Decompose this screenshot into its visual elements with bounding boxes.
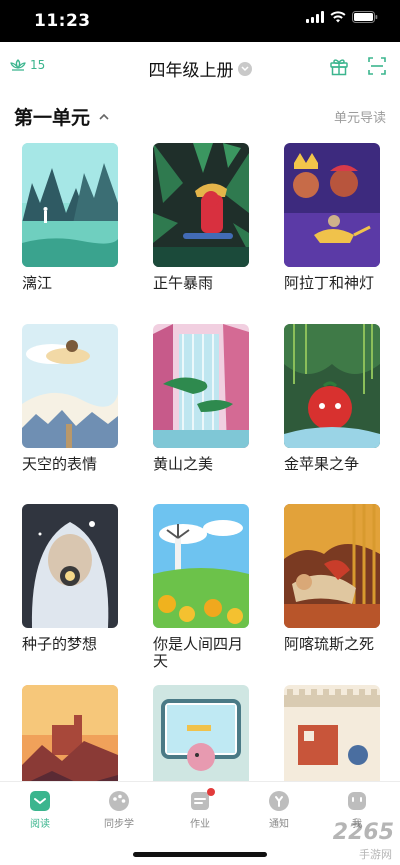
book-title: 正午暴雨	[153, 274, 214, 292]
book-cover	[284, 143, 380, 267]
book-cover	[153, 504, 249, 628]
book-card[interactable]: 你是人间四月天	[153, 504, 249, 670]
book-card[interactable]: 漓江	[22, 143, 118, 292]
status-icons	[306, 11, 378, 23]
tab-sync-learn[interactable]: 同步学	[89, 790, 149, 830]
battery-icon	[352, 11, 378, 23]
bell-icon	[268, 790, 290, 812]
book-card[interactable]: 阿拉丁和神灯	[284, 143, 380, 292]
tab-label: 同步学	[104, 819, 134, 830]
book-cover	[22, 143, 118, 267]
home-indicator[interactable]	[133, 852, 267, 857]
tab-read[interactable]: 阅读	[10, 790, 70, 830]
gift-icon[interactable]	[328, 55, 350, 77]
tab-label: 作业	[190, 819, 210, 830]
status-time: 11:23	[34, 11, 91, 31]
tab-label: 通知	[269, 819, 289, 830]
book-card[interactable]: 黄山之美	[153, 324, 249, 473]
page-title: 四年级上册	[148, 61, 234, 81]
book-cover	[284, 504, 380, 628]
book-cover	[153, 143, 249, 267]
tab-notice[interactable]: 通知	[249, 790, 309, 830]
book-card[interactable]: 种子的梦想	[22, 504, 118, 653]
unit-toggle[interactable]: 第一单元	[14, 103, 110, 130]
book-card[interactable]: 金苹果之争	[284, 324, 380, 473]
top-nav: 15 四年级上册	[0, 42, 400, 92]
book-title: 种子的梦想	[22, 635, 98, 653]
book-card[interactable]: 正午暴雨	[153, 143, 249, 292]
watermark-brand: 2265	[332, 820, 394, 845]
unit-title: 第一单元	[14, 107, 91, 129]
tab-label: 阅读	[30, 819, 50, 830]
book-title: 漓江	[22, 274, 53, 292]
book-title: 天空的表情	[22, 455, 98, 473]
book-cover	[22, 324, 118, 448]
unit-guide-link[interactable]: 单元导读	[334, 107, 386, 126]
book-cover	[153, 324, 249, 448]
book-title: 金苹果之争	[284, 455, 360, 473]
book-card[interactable]: 天空的表情	[22, 324, 118, 473]
chevron-up-icon	[99, 113, 109, 120]
watermark-sub: 手游网	[359, 848, 392, 861]
palette-icon	[108, 790, 130, 812]
homework-icon	[189, 788, 215, 812]
book-title: 你是人间四月天	[153, 635, 244, 670]
book-title: 黄山之美	[153, 455, 214, 473]
status-bar: 11:23	[0, 0, 400, 42]
profile-icon	[346, 790, 368, 812]
nav-actions	[328, 55, 388, 77]
wifi-icon	[330, 11, 346, 23]
chevron-down-icon	[237, 61, 252, 76]
notification-dot	[207, 788, 215, 796]
signal-icon	[306, 11, 324, 23]
book-open-icon	[29, 790, 51, 812]
book-cover	[284, 324, 380, 448]
book-title: 阿喀琉斯之死	[284, 635, 375, 653]
scan-icon[interactable]	[366, 55, 388, 77]
book-card[interactable]: 阿喀琉斯之死	[284, 504, 380, 653]
tab-homework[interactable]: 作业	[170, 788, 230, 830]
book-title: 阿拉丁和神灯	[284, 274, 375, 292]
unit-header: 第一单元 单元导读	[0, 92, 400, 138]
book-cover	[22, 504, 118, 628]
